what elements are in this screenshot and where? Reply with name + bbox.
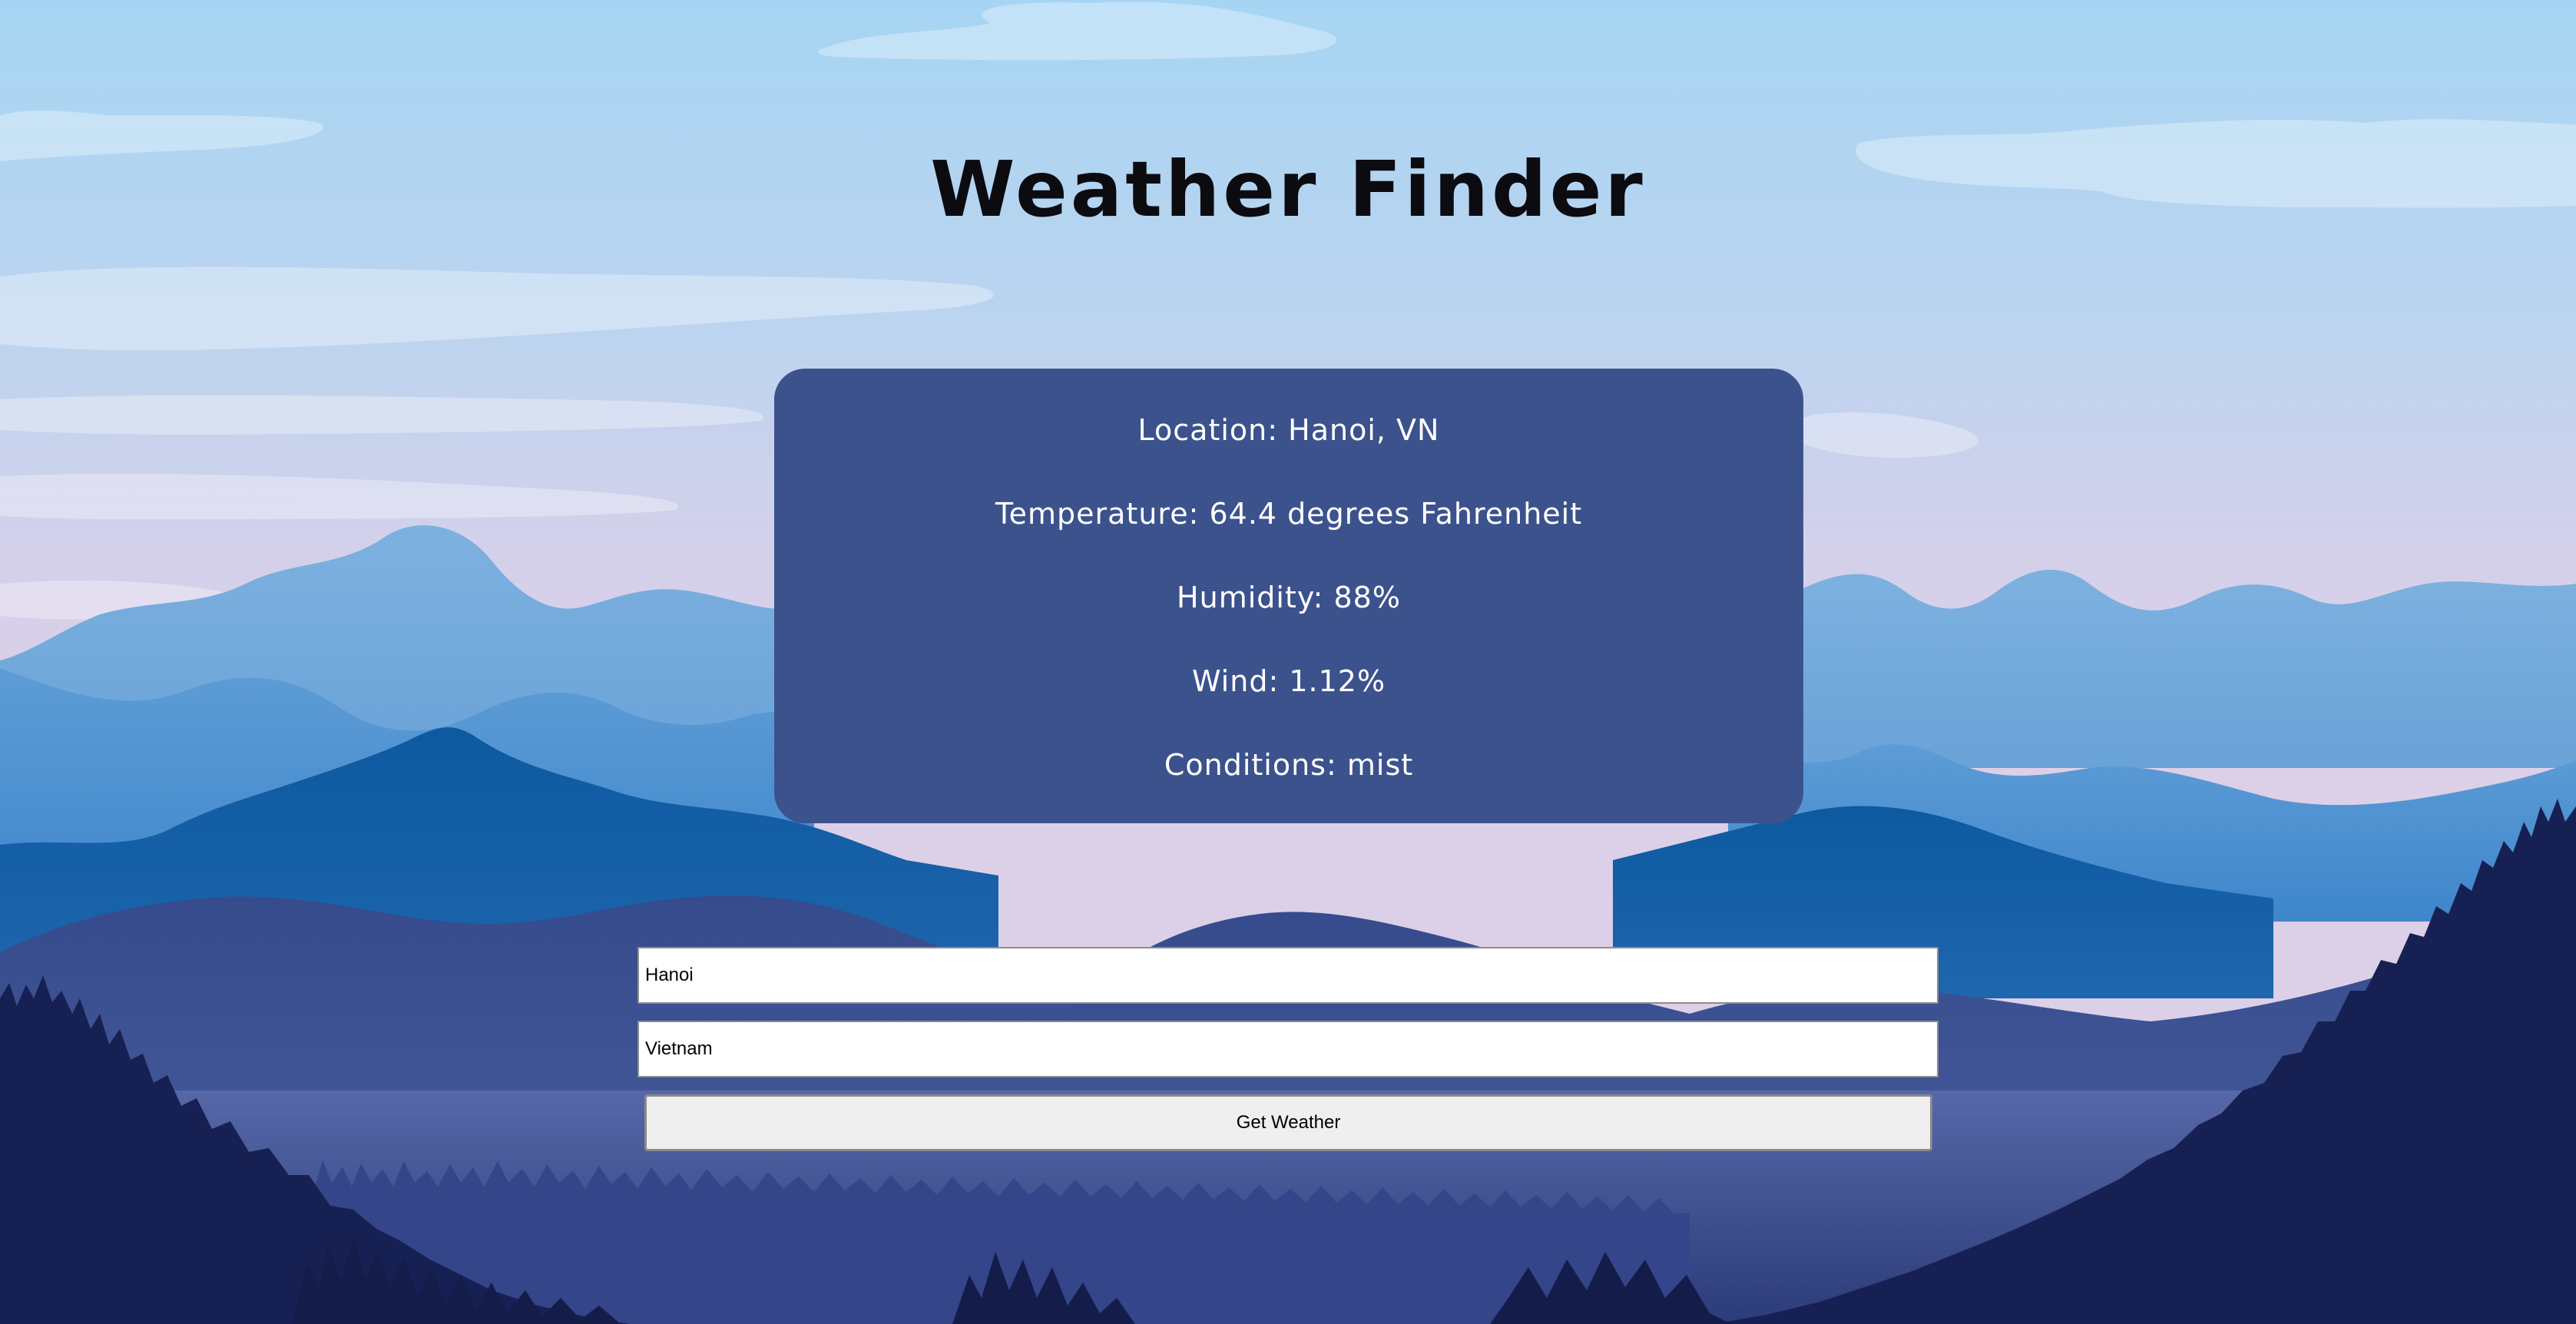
temperature-label: Temperature: [995,497,1200,531]
location-value: Hanoi, VN [1288,413,1440,447]
temperature-value: 64.4 degrees Fahrenheit [1209,497,1583,531]
wind-label: Wind: [1191,664,1280,698]
humidity-label: Humidity: [1177,581,1324,614]
conditions-value: mist [1346,748,1414,782]
conditions-line: Conditions: mist [774,743,1803,786]
humidity-line: Humidity: 88% [774,576,1803,619]
get-weather-button[interactable]: Get Weather [644,1094,1932,1151]
weather-results-card: Location: Hanoi, VN Temperature: 64.4 de… [774,369,1803,823]
wind-value: 1.12% [1289,664,1386,698]
page-title: Weather Finder [930,144,1646,234]
humidity-value: 88% [1333,581,1401,614]
location-line: Location: Hanoi, VN [774,409,1803,452]
city-input[interactable] [637,947,1939,1004]
conditions-label: Conditions: [1164,748,1337,782]
temperature-line: Temperature: 64.4 degrees Fahrenheit [774,492,1803,535]
location-label: Location: [1137,413,1279,447]
country-input[interactable] [637,1021,1939,1077]
wind-line: Wind: 1.12% [774,660,1803,703]
